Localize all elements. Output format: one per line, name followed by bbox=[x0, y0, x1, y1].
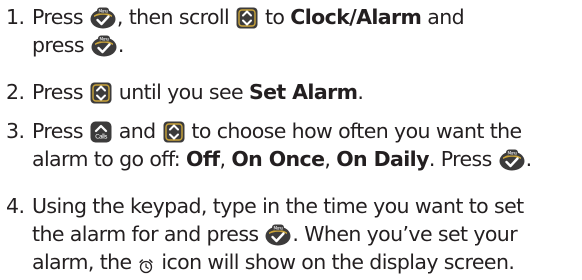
scroll-key-icon bbox=[90, 82, 112, 104]
step-text: the alarm for and press bbox=[32, 222, 259, 246]
step-text: Using the keypad, type in the time you w… bbox=[32, 194, 524, 218]
menu-ok-key-icon: Menu bbox=[90, 7, 116, 29]
step-text: , then scroll bbox=[116, 5, 230, 29]
step-text: , bbox=[324, 147, 331, 171]
step-text: . bbox=[357, 80, 364, 104]
step-keyword: Off bbox=[186, 147, 220, 171]
step-number: 3. bbox=[6, 119, 25, 143]
step-text: to bbox=[264, 5, 285, 29]
step-4-line-1: 4. Using the keypad, type in the time you… bbox=[6, 192, 524, 220]
alarm-instructions: 1. Press Menu , then scroll to Clock/Alarm… bbox=[0, 0, 582, 280]
step-text: alarm to go off: bbox=[32, 147, 181, 171]
step-3-line-2: alarm to go off: Off, On Once, On Daily.… bbox=[6, 145, 532, 173]
menu-key-label: Menu bbox=[99, 36, 109, 41]
step-3-line-1: 3. Press Calls and to choose how often yo… bbox=[6, 117, 532, 145]
menu-key-label: Menu bbox=[274, 225, 284, 230]
scroll-key-icon bbox=[236, 7, 258, 29]
step-text: . bbox=[117, 33, 125, 57]
calls-key-icon: Calls bbox=[90, 121, 112, 143]
step-text: . Press bbox=[428, 147, 492, 171]
step-4-line-3: alarm, the icon will show on the display… bbox=[6, 248, 524, 276]
step-number: 1. bbox=[6, 5, 25, 29]
step-1-line-2: press Menu. bbox=[6, 31, 464, 59]
step-text: . When you’ve set your bbox=[292, 222, 518, 246]
step-number: 2. bbox=[6, 80, 25, 104]
step-text: icon will show on the display screen. bbox=[161, 250, 515, 274]
step-1-line-1: 1. Press Menu , then scroll to Clock/Alarm… bbox=[6, 3, 465, 31]
step-2: 2. Press until you see Set Alarm. bbox=[6, 78, 364, 106]
step-text: to choose how often you want the bbox=[191, 119, 522, 143]
step-text: , bbox=[219, 147, 227, 171]
step-text: and bbox=[427, 5, 465, 29]
menu-ok-key-icon: Menu bbox=[91, 35, 117, 57]
step-text: and bbox=[118, 119, 156, 143]
step-number: 4. bbox=[6, 194, 25, 218]
step-text: Press bbox=[32, 80, 84, 104]
step-text: press bbox=[32, 33, 85, 57]
step-text: Press bbox=[32, 119, 84, 143]
menu-ok-key-icon: Menu bbox=[265, 224, 291, 246]
step-text: alarm, the bbox=[32, 250, 132, 274]
step-keyword: On Daily bbox=[336, 147, 429, 171]
step-keyword: Clock/Alarm bbox=[290, 5, 422, 29]
step-4: 4. Using the keypad, type in the time you… bbox=[6, 192, 524, 276]
step-4-line-2: the alarm for and press Menu . When you’v… bbox=[6, 220, 524, 248]
step-text: . bbox=[525, 147, 533, 171]
step-text: until you see bbox=[118, 80, 244, 104]
step-keyword: On Once bbox=[231, 147, 325, 171]
step-text: Press bbox=[32, 5, 84, 29]
alarm-clock-icon bbox=[138, 258, 154, 274]
menu-ok-key-icon: Menu bbox=[499, 149, 525, 171]
calls-key-label: Calls bbox=[95, 134, 107, 141]
menu-key-label: Menu bbox=[98, 8, 108, 13]
menu-key-label: Menu bbox=[507, 150, 517, 155]
step-3: 3. Press Calls and to choose how often yo… bbox=[6, 117, 532, 173]
step-keyword: Set Alarm bbox=[248, 80, 358, 104]
scroll-key-icon bbox=[163, 121, 185, 143]
step-1: 1. Press Menu , then scroll to Clock/Alarm… bbox=[6, 3, 465, 59]
